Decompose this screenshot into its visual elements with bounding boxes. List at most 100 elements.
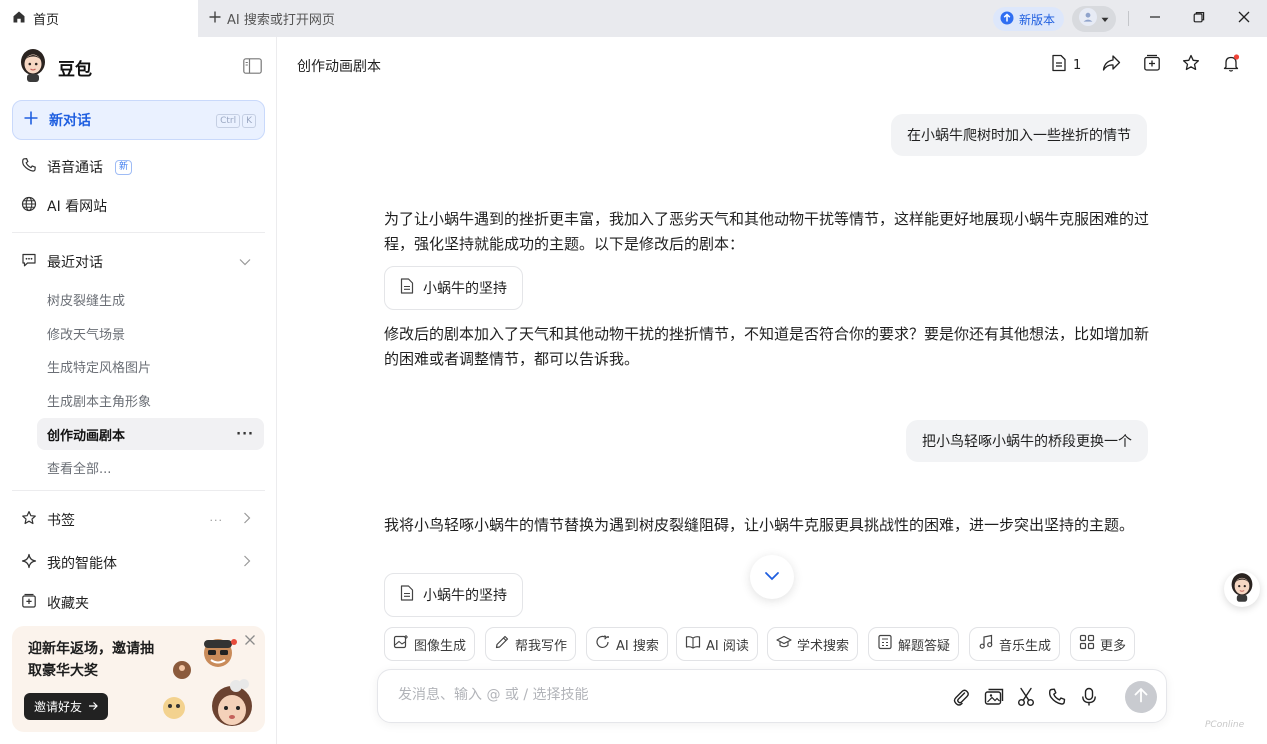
share-arrow-icon	[1102, 54, 1121, 76]
skill-image-generation[interactable]: 图像生成	[384, 627, 476, 661]
star-icon	[1182, 54, 1200, 76]
script-file-card[interactable]: 小蜗牛的坚持	[384, 266, 523, 310]
sidebar-item-agents[interactable]: 我的智能体	[12, 546, 265, 580]
notifications-button[interactable]	[1222, 54, 1240, 76]
skill-music-generation[interactable]: 音乐生成	[969, 627, 1061, 661]
update-button[interactable]: 新版本	[993, 7, 1065, 31]
skill-label: AI 搜索	[616, 638, 659, 654]
document-count: 1	[1073, 57, 1082, 73]
more-options-icon[interactable]: ···	[210, 514, 224, 527]
skill-label: AI 阅读	[706, 638, 749, 654]
history-item[interactable]: 树皮裂缝生成	[37, 283, 264, 315]
document-icon	[400, 585, 414, 605]
send-button[interactable]	[1125, 681, 1157, 713]
star-icon	[21, 510, 37, 530]
floating-assistant-button[interactable]	[1224, 571, 1260, 607]
sidebar-item-label: 语音通话	[47, 160, 103, 176]
doubao-avatar-icon	[18, 48, 48, 86]
sidebar-item-label: 我的智能体	[47, 556, 117, 572]
history-item[interactable]: 生成剧本主角形象	[37, 384, 264, 416]
phone-icon[interactable]	[1048, 687, 1066, 711]
user-message: 在小蜗牛爬树时加入一些挫折的情节	[891, 114, 1147, 156]
invite-label: 邀请好友	[34, 700, 83, 714]
plus-icon	[208, 10, 222, 28]
skill-more[interactable]: 更多	[1070, 627, 1136, 661]
archive-box-icon	[21, 593, 37, 613]
image-plus-icon	[393, 634, 409, 654]
chevron-down-icon	[764, 569, 780, 585]
skill-ai-reading[interactable]: AI 阅读	[676, 627, 758, 661]
upload-arrow-icon	[1000, 11, 1014, 28]
chat-bubble-icon	[21, 252, 37, 272]
globe-icon	[21, 196, 37, 216]
promo-characters-illustration	[160, 626, 265, 732]
sidebar-item-recent[interactable]: 最近对话	[12, 245, 265, 279]
chevron-right-icon	[243, 555, 251, 571]
sidebar-panel-icon	[243, 58, 262, 78]
document-icon	[400, 278, 414, 298]
skill-academic-search[interactable]: 学术搜索	[767, 627, 859, 661]
plus-icon	[23, 110, 39, 130]
tab-home[interactable]: 首页	[0, 0, 198, 37]
user-message: 把小鸟轻啄小蜗牛的桥段更换一个	[906, 420, 1148, 462]
history-item[interactable]: 修改天气场景	[37, 317, 264, 349]
phone-icon	[21, 157, 37, 177]
user-avatar-icon	[1079, 8, 1097, 30]
history-item[interactable]: 生成特定风格图片	[37, 350, 264, 382]
tab-new-label: AI 搜索或打开网页	[227, 13, 335, 28]
chevron-down-icon	[239, 254, 251, 270]
invite-friends-button[interactable]: 邀请好友	[24, 693, 109, 720]
scroll-to-bottom-button[interactable]	[750, 555, 794, 599]
message-input[interactable]	[398, 687, 898, 703]
history-item-label: 生成剧本主角形象	[47, 394, 152, 410]
sidebar-item-bookmarks[interactable]: 书签 ···	[12, 503, 265, 537]
attachment-icon[interactable]	[952, 687, 970, 711]
window-controls-divider	[1128, 11, 1129, 26]
script-file-card[interactable]: 小蜗牛的坚持	[384, 573, 523, 617]
message-composer	[377, 669, 1167, 723]
view-all-label: 查看全部...	[47, 461, 112, 477]
skill-label: 学术搜索	[797, 638, 850, 654]
more-options-icon[interactable]: ···	[236, 427, 254, 442]
image-upload-icon[interactable]	[984, 687, 1004, 711]
archive-box-icon	[1143, 54, 1161, 76]
sidebar-divider	[12, 490, 265, 491]
minimize-button[interactable]	[1133, 0, 1177, 37]
sidebar-toggle-button[interactable]	[243, 58, 262, 78]
app-name: 豆包	[58, 59, 92, 80]
new-chat-button[interactable]: 新对话 Ctrl K	[12, 100, 265, 140]
tab-new[interactable]: AI 搜索或打开网页	[208, 0, 335, 37]
microphone-icon[interactable]	[1081, 687, 1097, 711]
sidebar-item-voice-call[interactable]: 语音通话 新	[12, 150, 265, 184]
bookmark-button[interactable]	[1182, 54, 1200, 76]
skill-label: 音乐生成	[999, 638, 1052, 654]
brand: 豆包	[18, 48, 92, 86]
save-to-favorites-button[interactable]	[1143, 54, 1161, 76]
sidebar-item-label: 收藏夹	[47, 596, 89, 612]
documents-button[interactable]: 1	[1051, 54, 1081, 76]
music-note-icon	[978, 634, 994, 654]
assistant-message: 修改后的剧本加入了天气和其他动物干扰的挫折情节，不知道是否符合你的要求？要是你还…	[384, 325, 1150, 368]
sidebar: 豆包 新对话 Ctrl K 语音通话 新 AI 看网站 最近对话 树皮裂缝生成 …	[0, 37, 277, 744]
scissors-icon[interactable]	[1017, 687, 1035, 711]
history-item-label: 树皮裂缝生成	[47, 293, 126, 309]
sidebar-divider	[12, 232, 265, 233]
restore-button[interactable]	[1177, 0, 1221, 37]
search-refresh-icon	[595, 634, 611, 654]
chevron-right-icon	[243, 512, 251, 528]
watermark: PConline	[1205, 720, 1245, 730]
sidebar-item-favorites[interactable]: 收藏夹	[12, 586, 265, 620]
skill-label: 图像生成	[414, 638, 467, 654]
skill-writing[interactable]: 帮我写作	[485, 627, 577, 661]
view-all-link[interactable]: 查看全部...	[37, 451, 264, 483]
share-button[interactable]	[1102, 54, 1121, 76]
skill-ai-search[interactable]: AI 搜索	[586, 627, 668, 661]
close-window-button[interactable]	[1222, 0, 1266, 37]
sidebar-item-ai-browse[interactable]: AI 看网站	[12, 189, 265, 223]
profile-menu-button[interactable]	[1072, 6, 1116, 32]
minimize-icon	[1149, 11, 1161, 27]
shortcut-key-k: K	[242, 114, 256, 128]
skill-problem-solving[interactable]: 解题答疑	[868, 627, 960, 661]
book-open-icon	[685, 634, 701, 654]
history-item-active[interactable]: 创作动画剧本 ···	[37, 418, 264, 450]
